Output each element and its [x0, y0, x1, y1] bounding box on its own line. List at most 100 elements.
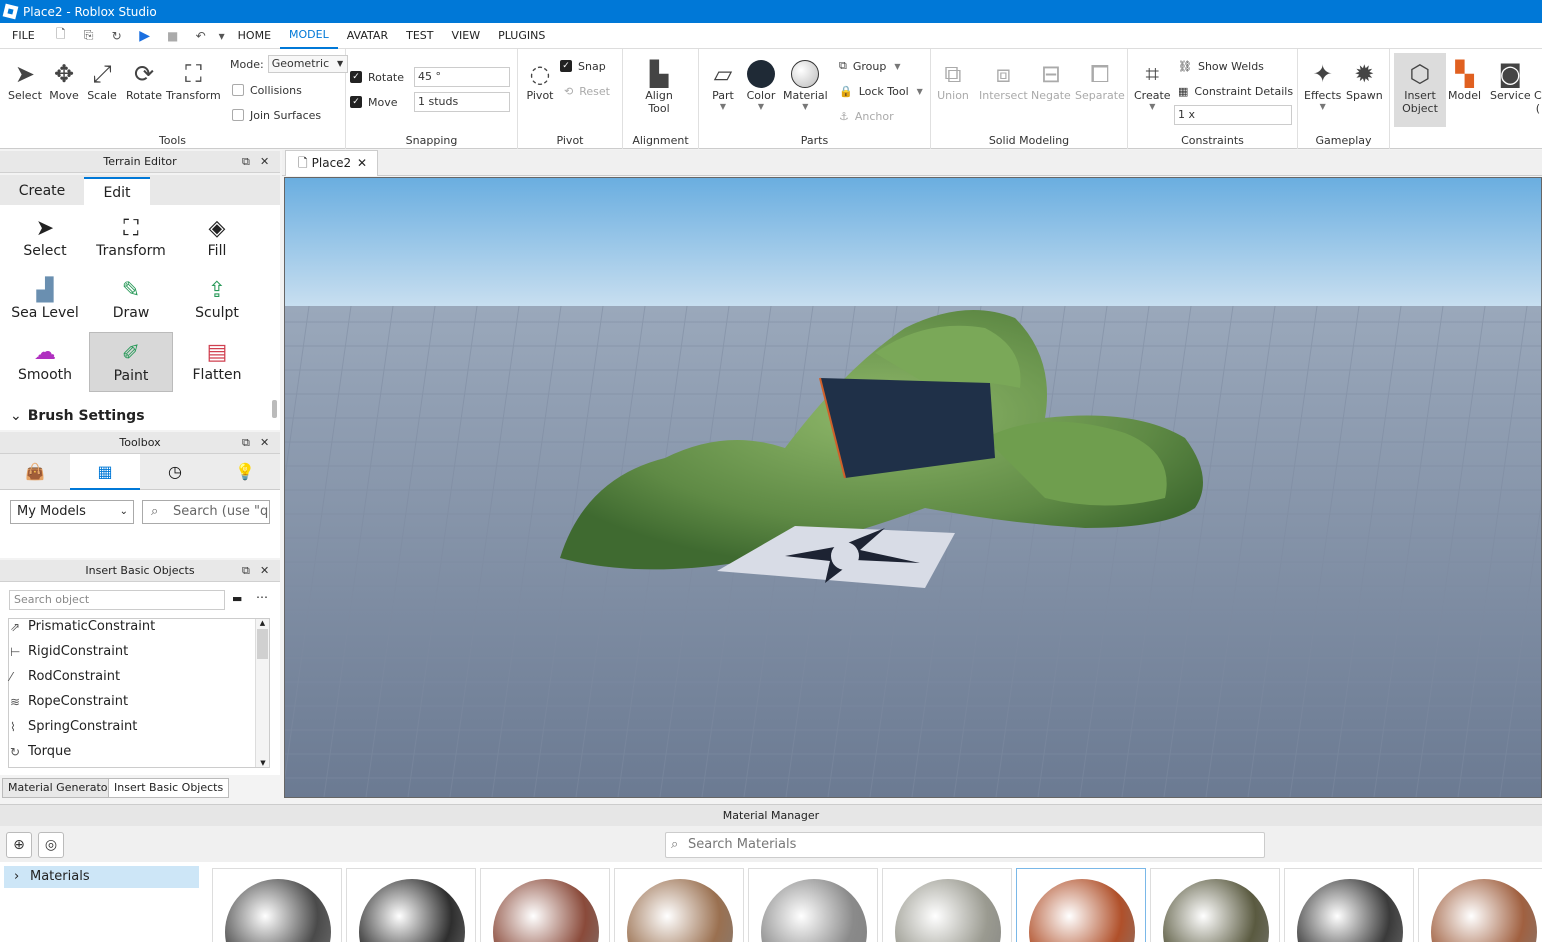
material-tile[interactable] — [1418, 868, 1542, 942]
move-snap-checkbox[interactable]: ✓ — [350, 96, 362, 108]
part-button[interactable]: ▱ Part ▼ — [707, 59, 739, 111]
rotate-tool-button[interactable]: ⟳ Rotate — [126, 59, 162, 102]
inventory-tab[interactable]: ▦ — [70, 454, 140, 490]
tab-test[interactable]: TEST — [397, 23, 442, 49]
close-icon[interactable]: ✕ — [260, 151, 269, 173]
material-tile[interactable] — [346, 868, 476, 942]
spawn-button[interactable]: ✹ Spawn — [1346, 59, 1383, 102]
effects-button[interactable]: ✦ Effects ▼ — [1304, 59, 1341, 111]
scale-tool-button[interactable]: ⤢ Scale — [86, 59, 118, 102]
show-welds-button[interactable]: ⛓ Show Welds — [1178, 57, 1264, 75]
object-list-scrollbar[interactable]: ▲ ▼ — [255, 619, 269, 767]
terrain-scrollbar[interactable] — [272, 400, 277, 418]
terrain-transform-tool[interactable]: ⛶ Transform — [89, 213, 173, 271]
separate-button[interactable]: ⧠ Separate — [1075, 59, 1125, 102]
terrain-select-tool[interactable]: ➤ Select — [3, 213, 87, 271]
tab-create[interactable]: Create — [8, 177, 76, 205]
object-search-input[interactable]: Search object — [9, 590, 225, 610]
creations-tab[interactable]: 💡 — [210, 454, 280, 490]
terrain-smooth-tool[interactable]: ☁ Smooth — [3, 337, 87, 395]
close-icon[interactable]: ✕ — [260, 432, 269, 454]
toolbox-search-input[interactable]: ⌕ Search (use "qu — [142, 500, 270, 524]
rotate-snap-toggle[interactable]: ✓ Rotate — [350, 68, 404, 86]
terrain-sea-level-tool[interactable]: ▟ Sea Level — [3, 275, 87, 333]
negate-button[interactable]: ⊟ Negate — [1031, 59, 1071, 102]
list-item[interactable]: ≋ RopeConstraint — [10, 689, 128, 714]
list-item[interactable]: ⌇ SpringConstraint — [10, 714, 137, 739]
select-tool-button[interactable]: ➤ Select — [8, 59, 42, 102]
tab-avatar[interactable]: AVATAR — [338, 23, 397, 49]
material-tile[interactable] — [1150, 868, 1280, 942]
material-tile[interactable] — [1016, 868, 1146, 942]
material-button[interactable]: Material ▼ — [783, 59, 828, 111]
list-item[interactable]: ⊢ RigidConstraint — [10, 639, 128, 664]
terrain-fill-tool[interactable]: ◈ Fill — [175, 213, 259, 271]
stop-icon[interactable]: ■ — [159, 23, 187, 49]
close-icon[interactable]: ✕ — [260, 560, 269, 582]
move-increment-field[interactable]: 1 studs — [414, 92, 510, 112]
undock-icon[interactable]: ⧉ — [242, 151, 250, 173]
tab-home[interactable]: HOME — [229, 23, 280, 49]
materials-tree-item[interactable]: › Materials — [4, 866, 199, 888]
terrain-draw-tool[interactable]: ✎ Draw — [89, 275, 173, 333]
mode-dropdown[interactable]: Geometric ▼ — [267, 55, 349, 73]
play-icon[interactable]: ▶ — [131, 23, 159, 49]
tab-model[interactable]: MODEL — [280, 23, 338, 49]
tab-material-generator[interactable]: Material Generator — [2, 778, 119, 798]
quick-access-dropdown-icon[interactable]: ▾ — [215, 23, 229, 49]
3d-viewport[interactable] — [284, 177, 1542, 798]
view-toggle-icon[interactable]: ▬ — [232, 592, 242, 605]
union-button[interactable]: ⧉ Union — [937, 59, 969, 102]
cut-off-button[interactable]: C ( — [1534, 89, 1542, 115]
join-surfaces-toggle[interactable]: Join Surfaces — [232, 106, 321, 124]
list-item[interactable]: ⁄ RodConstraint — [10, 664, 120, 689]
terrain-sculpt-tool[interactable]: ⇪ Sculpt — [175, 275, 259, 333]
terrain-paint-tool[interactable]: ✐ Paint — [89, 332, 173, 392]
material-search-input[interactable]: ⌕ Search Materials — [665, 832, 1265, 858]
color-button[interactable]: Color ▼ — [745, 59, 777, 111]
join-surfaces-checkbox[interactable] — [232, 109, 244, 121]
scroll-thumb[interactable] — [257, 629, 268, 659]
material-tile[interactable] — [614, 868, 744, 942]
model-button[interactable]: ▚ Model — [1448, 59, 1481, 102]
more-options-icon[interactable]: ⋯ — [256, 590, 268, 604]
tab-view[interactable]: VIEW — [442, 23, 489, 49]
service-button[interactable]: ◙ Service — [1490, 59, 1531, 102]
align-tool-button[interactable]: ▙ Align Tool — [643, 59, 675, 115]
add-material-button[interactable]: ⊕ — [6, 832, 32, 858]
category-dropdown[interactable]: My Models ⌄ — [10, 500, 134, 524]
collisions-checkbox[interactable] — [232, 84, 244, 96]
material-tile[interactable] — [882, 868, 1012, 942]
redo-arrow-icon[interactable]: ↻ — [103, 23, 131, 49]
undock-icon[interactable]: ⧉ — [242, 432, 250, 454]
list-item[interactable]: ↻ Torque — [10, 739, 71, 764]
marketplace-tab[interactable]: 👜 — [0, 454, 70, 490]
anchor-button[interactable]: ⚓ Anchor — [839, 107, 894, 125]
group-button[interactable]: ⧉ Group ▼ — [839, 57, 901, 75]
material-tile[interactable] — [1284, 868, 1414, 942]
pivot-snap-toggle[interactable]: ✓ Snap — [560, 57, 606, 75]
undo-icon[interactable]: ↶ — [187, 23, 215, 49]
close-icon[interactable]: ✕ — [357, 151, 367, 175]
move-snap-toggle[interactable]: ✓ Move — [350, 93, 398, 111]
tab-insert-basic-objects[interactable]: Insert Basic Objects — [108, 778, 230, 798]
rotate-snap-checkbox[interactable]: ✓ — [350, 71, 362, 83]
material-tile[interactable] — [748, 868, 878, 942]
insert-object-button[interactable]: ⬡ Insert Object — [1394, 53, 1446, 127]
tab-place2[interactable]: 🗋 Place2 ✕ — [285, 150, 378, 176]
constraint-details-button[interactable]: ▦ Constraint Details — [1178, 82, 1293, 100]
create-constraint-button[interactable]: ⌗ Create ▼ — [1134, 59, 1171, 111]
move-tool-button[interactable]: ✥ Move — [48, 59, 80, 102]
intersect-button[interactable]: ⧈ Intersect — [979, 59, 1028, 102]
tab-edit[interactable]: Edit — [84, 177, 150, 205]
locate-material-button[interactable]: ◎ — [38, 832, 64, 858]
brush-settings-header[interactable]: ⌄ Brush Settings — [10, 408, 145, 424]
pivot-button[interactable]: ◌ Pivot — [524, 59, 556, 102]
material-tile[interactable] — [480, 868, 610, 942]
pivot-reset-button[interactable]: ⟲ Reset — [564, 82, 610, 100]
scroll-up-icon[interactable]: ▲ — [256, 619, 269, 627]
lock-tool-button[interactable]: 🔒 Lock Tool ▼ — [839, 82, 923, 100]
pivot-snap-checkbox[interactable]: ✓ — [560, 60, 572, 72]
list-item[interactable]: ⇗ PrismaticConstraint — [10, 614, 155, 639]
terrain-flatten-tool[interactable]: ▤ Flatten — [175, 337, 259, 395]
